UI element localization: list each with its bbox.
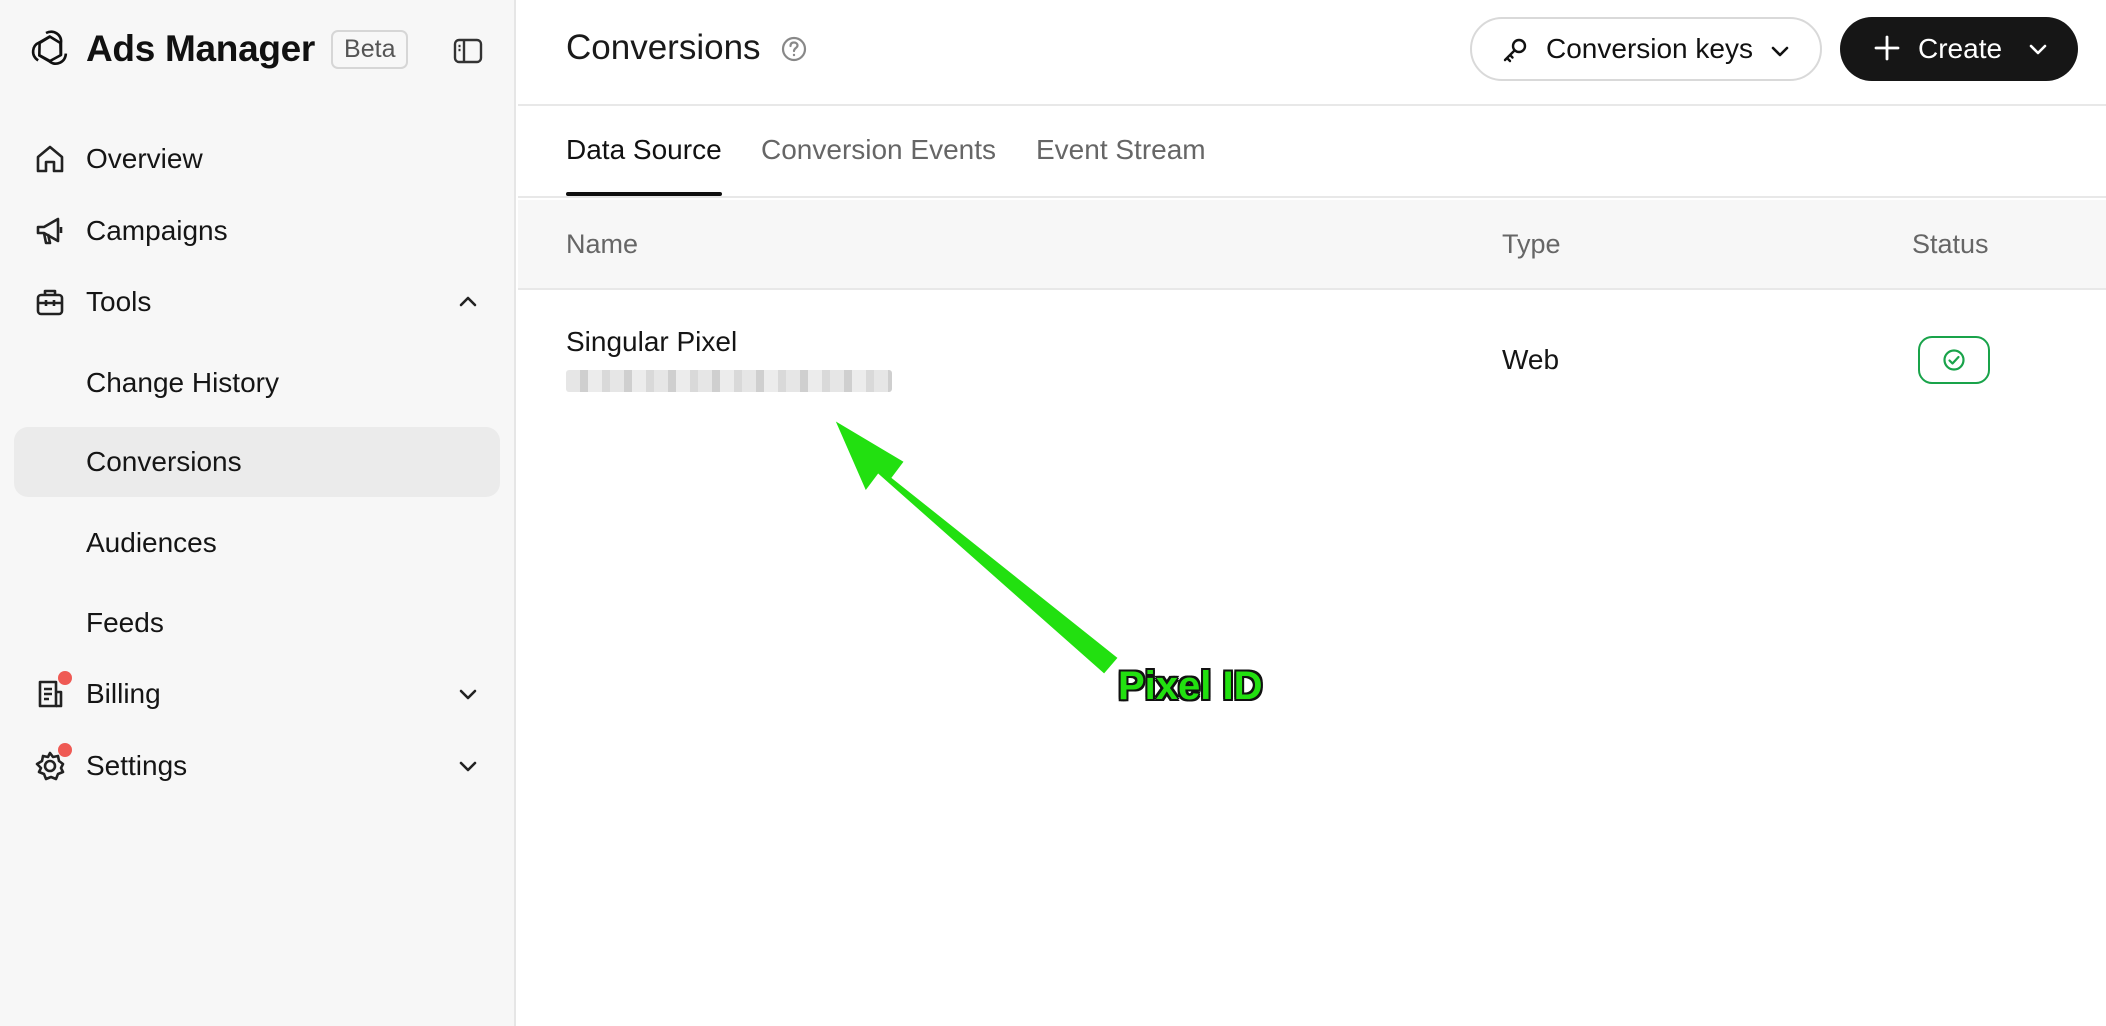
status-badge [1918, 336, 1990, 384]
sidebar: Ads Manager Beta Overview Campaigns Tool… [0, 0, 516, 1026]
tab-bar: Data Source Conversion Events Event Stre… [518, 108, 2106, 198]
megaphone-icon [32, 213, 68, 249]
help-icon[interactable] [780, 35, 808, 63]
create-label: Create [1918, 33, 2003, 64]
sidebar-item-audiences[interactable]: Audiences [14, 508, 500, 578]
tab-conversion-events[interactable]: Conversion Events [761, 134, 996, 196]
column-header-status[interactable]: Status [1912, 229, 1989, 260]
sidebar-toggle-icon[interactable] [450, 34, 486, 68]
conversion-keys-button[interactable]: Conversion keys [1470, 17, 1822, 81]
table-header: Name Type Status [518, 200, 2106, 290]
chevron-down-icon [454, 680, 482, 708]
create-button[interactable]: Create [1840, 17, 2078, 81]
column-header-type[interactable]: Type [1502, 229, 1561, 260]
app-name: Ads Manager [86, 28, 316, 69]
conversion-keys-label: Conversion keys [1546, 33, 1753, 64]
sidebar-item-conversions[interactable]: Conversions [14, 427, 500, 497]
check-circle-icon [1943, 349, 1965, 371]
page-title: Conversions [566, 28, 761, 67]
sidebar-item-label: Feeds [86, 607, 164, 638]
sidebar-item-label: Settings [86, 750, 188, 781]
toolbox-icon [32, 284, 68, 320]
pixel-id-redacted [566, 370, 892, 392]
openai-logo-icon[interactable] [28, 27, 72, 71]
chevron-down-icon [454, 752, 482, 780]
chevron-down-icon [2026, 37, 2050, 61]
data-source-name[interactable]: Singular Pixel [566, 326, 737, 358]
sidebar-item-label: Conversions [86, 446, 242, 477]
sidebar-item-billing[interactable]: Billing [14, 659, 500, 729]
table-row[interactable]: Singular Pixel Web [518, 292, 2106, 432]
sidebar-item-change-history[interactable]: Change History [14, 348, 500, 418]
sidebar-item-label: Overview [86, 143, 203, 174]
page-header: Conversions Conversion keys Create [518, 0, 2106, 106]
sidebar-item-feeds[interactable]: Feeds [14, 588, 500, 658]
sidebar-item-tools[interactable]: Tools [14, 267, 500, 337]
notification-dot [58, 671, 72, 685]
data-source-type: Web [1502, 344, 1560, 375]
sidebar-item-settings[interactable]: Settings [14, 731, 500, 801]
column-header-name[interactable]: Name [566, 229, 638, 260]
annotation-label: Pixel ID [1118, 664, 1263, 708]
sidebar-item-label: Campaigns [86, 215, 228, 246]
tab-data-source[interactable]: Data Source [566, 134, 722, 196]
brand: Ads Manager Beta [28, 26, 409, 72]
sidebar-item-campaigns[interactable]: Campaigns [14, 196, 500, 266]
sidebar-item-label: Change History [86, 367, 279, 398]
beta-badge: Beta [331, 29, 409, 69]
chevron-down-icon [1768, 39, 1792, 63]
plus-icon [1872, 33, 1902, 63]
sidebar-item-overview[interactable]: Overview [14, 124, 500, 194]
sidebar-item-label: Audiences [86, 527, 217, 558]
sidebar-item-label: Tools [86, 286, 152, 317]
sidebar-item-label: Billing [86, 678, 161, 709]
home-icon [32, 141, 68, 177]
tab-event-stream[interactable]: Event Stream [1036, 134, 1206, 196]
notification-dot [58, 743, 72, 757]
key-icon [1500, 35, 1530, 65]
chevron-up-icon [454, 288, 482, 316]
